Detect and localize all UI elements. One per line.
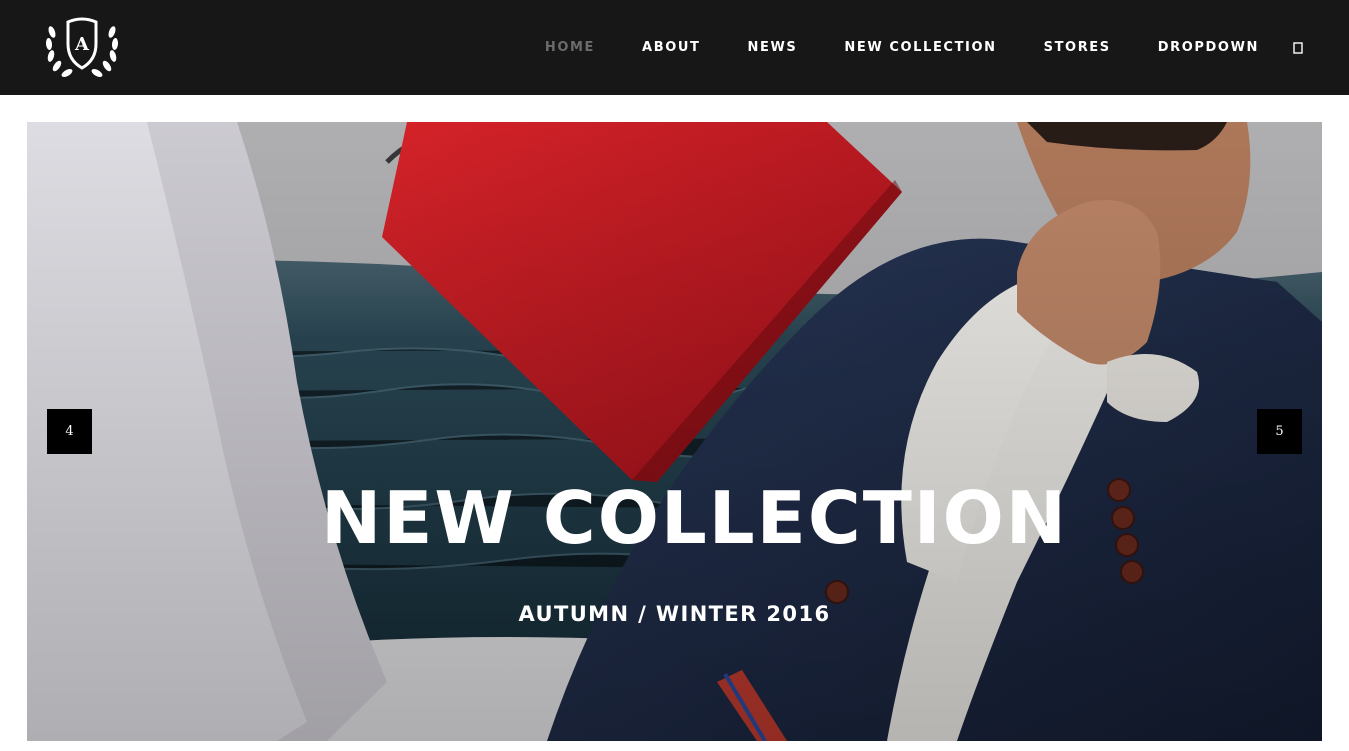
hero-image (27, 122, 1322, 741)
hero-slider: NEW COLLECTION AUTUMN / WINTER 2016 4 5 (27, 122, 1322, 741)
laurel-shield-icon: A (45, 17, 119, 77)
nav-item-dropdown[interactable]: DROPDOWN (1158, 40, 1259, 55)
slider-prev-button[interactable]: 4 (47, 409, 92, 454)
nav-item-home[interactable]: HOME (545, 40, 595, 55)
nav-item-about[interactable]: ABOUT (642, 40, 700, 55)
search-icon (1293, 41, 1303, 54)
svg-text:A: A (74, 34, 90, 55)
site-header: A HOME ABOUT NEWS NEW COLLECTION STORES … (0, 0, 1349, 95)
nav-item-news[interactable]: NEWS (747, 40, 797, 55)
logo[interactable]: A (42, 12, 122, 82)
hero-subtitle: AUTUMN / WINTER 2016 (518, 602, 831, 626)
nav-item-stores[interactable]: STORES (1044, 40, 1111, 55)
hero-title: NEW COLLECTION (320, 476, 1069, 560)
nav-item-new-collection[interactable]: NEW COLLECTION (844, 40, 996, 55)
slider-next-button[interactable]: 5 (1257, 409, 1302, 454)
search-button[interactable] (1291, 40, 1305, 56)
main-nav: HOME ABOUT NEWS NEW COLLECTION STORES DR… (545, 0, 1305, 95)
